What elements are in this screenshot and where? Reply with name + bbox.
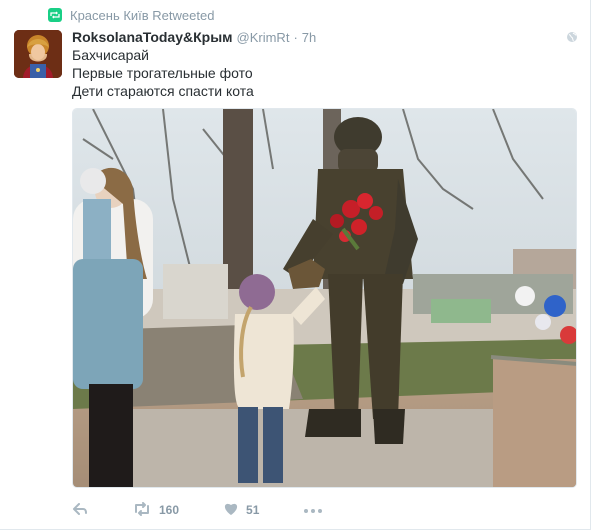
heart-icon [223,502,239,519]
user-avatar[interactable] [14,30,62,78]
tweet-text-line: Первые трогательные фото [72,65,253,81]
retweet-count: 160 [159,503,180,517]
author-handle[interactable]: @KrimRt [237,29,290,47]
author-name[interactable]: RoksolanaToday&Крым [72,28,233,46]
tweet-text-line: Дети стараются спасти кота [72,83,254,99]
like-button[interactable]: 51 [223,502,259,519]
tweet-header: RoksolanaToday&Крым @KrimRt · 7h [72,28,316,47]
globe-icon[interactable] [566,30,578,48]
more-button[interactable] [303,503,323,517]
retweet-icon [132,501,152,519]
reply-button[interactable] [72,502,88,518]
tweet-text: Бахчисарай Первые трогательные фото Дети… [72,46,254,100]
tweet-text-line: Бахчисарай [72,47,149,63]
retweet-button[interactable]: 160 [132,501,180,519]
tweet-photo[interactable] [72,108,577,488]
like-count: 51 [246,503,260,517]
tweet-time[interactable]: 7h [302,29,316,47]
retweet-context-label: Красень Київ Retweeted [70,7,215,23]
tweet[interactable]: Красень Київ Retweeted RoksolanaToday&Кр… [0,0,591,530]
retweet-context[interactable]: Красень Київ Retweeted [48,6,214,24]
tweet-actions: 160 51 [72,500,367,520]
separator: · [293,30,298,45]
retweet-icon [48,8,62,22]
reply-icon [72,502,88,518]
more-icon [303,503,323,517]
